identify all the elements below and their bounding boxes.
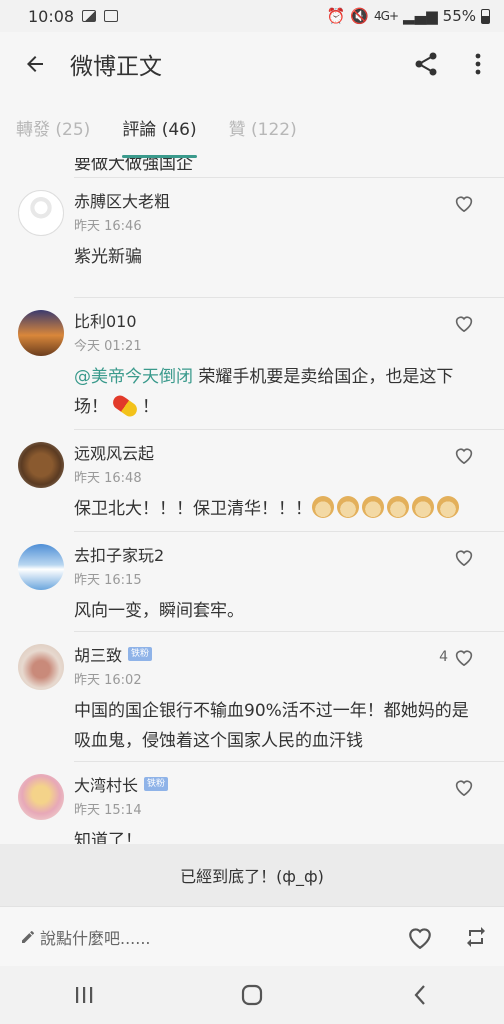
gallery-icon (82, 10, 97, 22)
back-button[interactable] (0, 32, 70, 96)
like-count: 4 (439, 649, 448, 665)
page-title: 微博正文 (70, 54, 162, 80)
heart-icon (455, 448, 473, 464)
system-nav-bar (0, 966, 504, 1024)
pencil-icon (22, 930, 34, 943)
comment-author[interactable]: 大湾村长 (74, 772, 138, 796)
comment-author[interactable]: 比利010 (74, 308, 137, 332)
avatar[interactable] (18, 190, 64, 236)
heart-icon (455, 316, 473, 332)
tab-comments[interactable]: 評論 (46) (106, 96, 212, 158)
partial-comment: 要做大做強国企 (0, 158, 504, 178)
home-icon (241, 984, 263, 1006)
like-button[interactable]: 4 (439, 648, 474, 666)
app-bar: 微博正文 (0, 32, 504, 96)
comment-item[interactable]: 远观风云起 昨天 16:48 保卫北大！！！保卫清华！！！ (0, 430, 504, 532)
comment-list[interactable]: 要做大做強国企 赤膊区大老粗 昨天 16:46 紫光新骗 比利010 今天 01… (0, 158, 504, 844)
heart-icon (455, 196, 473, 212)
pill-emoji-icon (110, 392, 140, 420)
tab-likes[interactable]: 贊 (122) (213, 96, 313, 158)
repost-icon (467, 926, 485, 947)
avatar[interactable] (18, 774, 64, 820)
more-vert-icon (475, 53, 481, 75)
more-button[interactable] (452, 32, 504, 96)
avatar[interactable] (18, 310, 64, 356)
status-time: 10:08 (28, 6, 75, 26)
home-button[interactable] (222, 966, 282, 1024)
fan-badge: 铁粉 (144, 777, 169, 791)
comment-item[interactable]: 比利010 今天 01:21 @美帝今天倒闭 荣耀手机要是卖给国企，也是这下场！… (0, 298, 504, 430)
doge-emoji-icon (387, 496, 409, 518)
comment-text: 风向一变，瞬间套牢。 (74, 601, 244, 621)
comment-text: 中国的国企银行不输血90%活不过一年！都她妈的是吸血鬼，侵蚀着这个国家人民的血汗… (74, 701, 469, 751)
comment-time: 昨天 16:15 (74, 573, 142, 588)
comment-item[interactable]: 胡三致 铁粉 昨天 16:02 中国的国企银行不输血90%活不过一年！都她妈的是吸… (0, 632, 504, 762)
comment-item[interactable]: 去扣子家玩2 昨天 16:15 风向一变，瞬间套牢。 (0, 532, 504, 632)
status-bar: 10:08 ⏰ 🔇 4G+ ▂▄▆ 55% (0, 0, 504, 32)
comment-input-placeholder: 說點什麼吧...... (40, 928, 151, 948)
comment-composer: 說點什麼吧...... (0, 906, 504, 966)
tab-bar: 轉發 (25) 評論 (46) 贊 (122) (0, 96, 504, 158)
share-icon (415, 52, 437, 76)
comment-input[interactable]: 說點什麼吧...... (0, 907, 392, 967)
arrow-back-icon (27, 56, 43, 72)
avatar[interactable] (18, 442, 64, 488)
comment-time: 昨天 16:02 (74, 673, 142, 688)
comment-time: 昨天 16:48 (74, 471, 142, 486)
comment-text: @美帝今天倒闭 荣耀手机要是卖给国企，也是这下场！！ (74, 362, 474, 430)
end-of-list-banner: 已經到底了！(ф_ф) (0, 844, 504, 906)
doge-emoji-icon (412, 496, 434, 518)
alarm-icon: ⏰ (326, 7, 346, 25)
battery-icon (481, 8, 490, 24)
system-back-button[interactable] (390, 966, 450, 1024)
comment-text: 保卫北大！！！保卫清华！！！ (74, 494, 474, 532)
like-button[interactable] (454, 446, 474, 464)
avatar[interactable] (18, 544, 64, 590)
recents-button[interactable] (54, 966, 114, 1024)
heart-icon (455, 780, 473, 796)
comment-text: 知道了！ (74, 831, 142, 844)
like-button[interactable] (454, 778, 474, 796)
battery-percent: 55% (442, 7, 476, 25)
heart-icon (455, 550, 473, 566)
chevron-left-icon (414, 985, 425, 1005)
comment-author[interactable]: 去扣子家玩2 (74, 542, 164, 566)
comment-time: 昨天 15:14 (74, 803, 142, 818)
like-button[interactable] (454, 314, 474, 332)
fan-badge: 铁粉 (128, 647, 153, 661)
comment-author[interactable]: 远观风云起 (74, 440, 154, 464)
comment-item[interactable]: 赤膊区大老粗 昨天 16:46 紫光新骗 (0, 178, 504, 298)
notification-icon (104, 10, 119, 22)
like-button[interactable] (454, 194, 474, 212)
heart-icon (455, 650, 473, 666)
repost-button[interactable] (448, 907, 504, 967)
share-button[interactable] (400, 32, 452, 96)
doge-emoji-icon (362, 496, 384, 518)
partial-comment-text: 要做大做強国企 (74, 158, 193, 174)
doge-emoji-icon (337, 496, 359, 518)
comment-text: 紫光新骗 (74, 247, 142, 267)
doge-emoji-icon (312, 496, 334, 518)
comment-time: 今天 01:21 (74, 339, 142, 354)
comment-author[interactable]: 胡三致 (74, 642, 122, 666)
recents-icon (76, 987, 93, 1003)
doge-emoji-icon (437, 496, 459, 518)
avatar[interactable] (18, 644, 64, 690)
mute-icon: 🔇 (350, 7, 370, 25)
heart-icon (409, 927, 431, 949)
signal-icon: ▂▄▆ (403, 7, 438, 25)
mention-link[interactable]: @美帝今天倒闭 (74, 367, 193, 387)
comment-time: 昨天 16:46 (74, 219, 142, 234)
tab-reposts[interactable]: 轉發 (25) (0, 96, 106, 158)
comment-author[interactable]: 赤膊区大老粗 (74, 188, 170, 212)
like-button[interactable] (454, 548, 474, 566)
comment-item[interactable]: 大湾村长 铁粉 昨天 15:14 知道了！ (0, 762, 504, 844)
like-post-button[interactable] (392, 907, 448, 967)
network-type: 4G+ (374, 9, 399, 23)
